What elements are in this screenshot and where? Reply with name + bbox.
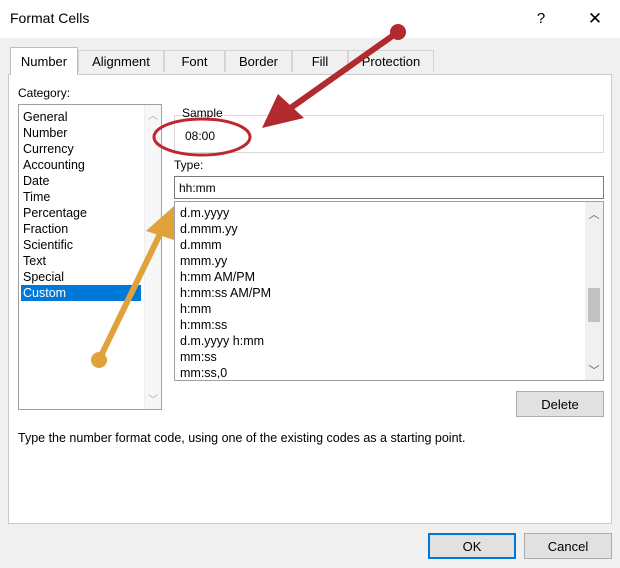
category-item-accounting[interactable]: Accounting xyxy=(23,157,85,173)
help-button[interactable]: ? xyxy=(528,6,554,32)
category-scrollbar[interactable]: ︿ ﹀ xyxy=(144,105,161,409)
format-item[interactable]: h:mm AM/PM xyxy=(180,270,255,285)
category-list[interactable]: General Number Currency Accounting Date … xyxy=(18,104,162,410)
category-item-date[interactable]: Date xyxy=(23,173,49,189)
title-bar xyxy=(0,0,620,38)
format-item[interactable]: d.m.yyyy h:mm xyxy=(180,334,264,349)
format-code-list[interactable]: d.m.yyyy d.mmm.yy d.mmm mmm.yy h:mm AM/P… xyxy=(174,201,604,381)
category-item-time[interactable]: Time xyxy=(23,189,50,205)
format-item[interactable]: d.m.yyyy xyxy=(180,206,229,221)
format-item[interactable]: d.mmm.yy xyxy=(180,222,238,237)
tab-font[interactable]: Font xyxy=(164,50,225,72)
format-item[interactable]: h:mm xyxy=(180,302,211,317)
format-list-scrollbar[interactable]: ︿ ﹀ xyxy=(585,202,603,380)
tab-number[interactable]: Number xyxy=(10,47,78,75)
ok-button[interactable]: OK xyxy=(428,533,516,559)
category-item-scientific[interactable]: Scientific xyxy=(23,237,73,253)
scroll-up-icon[interactable]: ︿ xyxy=(585,206,603,222)
category-item-special[interactable]: Special xyxy=(23,269,64,285)
close-icon[interactable]: ✕ xyxy=(580,6,610,32)
category-item-text[interactable]: Text xyxy=(23,253,46,269)
sample-label: Sample xyxy=(182,106,223,120)
format-item[interactable]: mm:ss,0 xyxy=(180,366,227,380)
category-label: Category: xyxy=(18,86,71,100)
category-item-number[interactable]: Number xyxy=(23,125,67,141)
tab-border[interactable]: Border xyxy=(225,50,292,72)
cancel-button[interactable]: Cancel xyxy=(524,533,612,559)
scrollbar-thumb[interactable] xyxy=(588,288,600,322)
category-item-currency[interactable]: Currency xyxy=(23,141,74,157)
scroll-down-icon[interactable]: ﹀ xyxy=(585,362,603,378)
tab-protection[interactable]: Protection xyxy=(348,50,434,72)
type-input[interactable] xyxy=(174,176,604,199)
scroll-down-icon[interactable]: ﹀ xyxy=(145,391,161,406)
type-label: Type: xyxy=(174,158,204,172)
tab-fill[interactable]: Fill xyxy=(292,50,348,72)
sample-box xyxy=(174,115,604,153)
format-item[interactable]: mm:ss xyxy=(180,350,217,365)
format-item[interactable]: h:mm:ss xyxy=(180,318,227,333)
category-item-custom[interactable]: Custom xyxy=(21,285,141,301)
sample-value: 08:00 xyxy=(185,129,216,143)
delete-button[interactable]: Delete xyxy=(516,391,604,417)
category-item-general[interactable]: General xyxy=(23,109,67,125)
description-text: Type the number format code, using one o… xyxy=(18,431,466,445)
dialog-title: Format Cells xyxy=(10,10,90,26)
format-item[interactable]: d.mmm xyxy=(180,238,222,253)
category-item-percentage[interactable]: Percentage xyxy=(23,205,87,221)
format-item[interactable]: h:mm:ss AM/PM xyxy=(180,286,271,301)
scroll-up-icon[interactable]: ︿ xyxy=(145,107,161,122)
format-item[interactable]: mmm.yy xyxy=(180,254,227,269)
tab-alignment[interactable]: Alignment xyxy=(78,50,164,72)
category-item-fraction[interactable]: Fraction xyxy=(23,221,68,237)
